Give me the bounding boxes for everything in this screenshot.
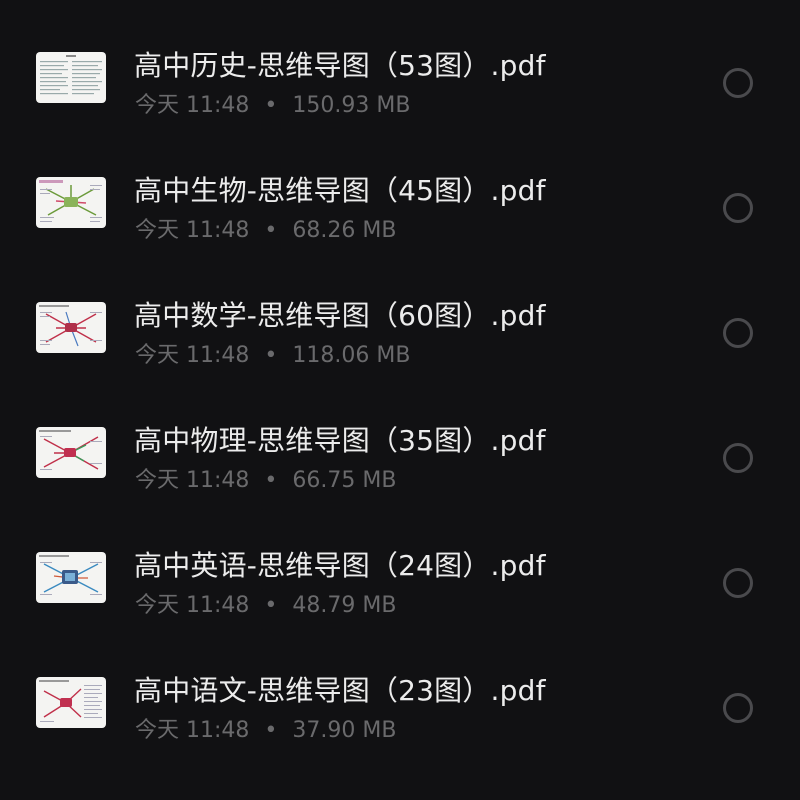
pdf-thumbnail: [36, 427, 106, 478]
pdf-thumbnail: [36, 552, 106, 603]
select-checkbox[interactable]: [723, 318, 753, 348]
file-size: 37.90 MB: [292, 718, 397, 743]
separator-dot-icon: •: [264, 593, 278, 618]
pdf-thumbnail: [36, 302, 106, 353]
select-checkbox[interactable]: [723, 568, 753, 598]
file-size: 118.06 MB: [292, 343, 411, 368]
pdf-thumbnail: [36, 177, 106, 228]
file-date: 今天 11:48: [135, 718, 250, 743]
file-name: 高中历史-思维导图（53图）.pdf: [134, 49, 546, 82]
file-size: 150.93 MB: [292, 93, 411, 118]
file-row[interactable]: 高中英语-思维导图（24图）.pdf 今天 11:48 • 48.79 MB: [0, 515, 800, 640]
select-checkbox[interactable]: [723, 68, 753, 98]
file-date: 今天 11:48: [135, 343, 250, 368]
file-date: 今天 11:48: [135, 468, 250, 493]
file-meta: 今天 11:48 • 118.06 MB: [135, 341, 410, 371]
select-checkbox[interactable]: [723, 443, 753, 473]
separator-dot-icon: •: [264, 343, 278, 368]
pdf-thumbnail: [36, 52, 106, 103]
file-meta: 今天 11:48 • 150.93 MB: [135, 91, 410, 121]
separator-dot-icon: •: [264, 468, 278, 493]
select-checkbox[interactable]: [723, 193, 753, 223]
file-meta: 今天 11:48 • 66.75 MB: [135, 466, 396, 496]
file-name: 高中数学-思维导图（60图）.pdf: [134, 299, 546, 332]
file-name: 高中生物-思维导图（45图）.pdf: [134, 174, 546, 207]
file-date: 今天 11:48: [135, 218, 250, 243]
file-row[interactable]: 高中物理-思维导图（35图）.pdf 今天 11:48 • 66.75 MB: [0, 390, 800, 515]
file-size: 68.26 MB: [292, 218, 397, 243]
file-meta: 今天 11:48 • 37.90 MB: [135, 716, 396, 746]
file-date: 今天 11:48: [135, 93, 250, 118]
select-checkbox[interactable]: [723, 693, 753, 723]
separator-dot-icon: •: [264, 218, 278, 243]
file-list: 高中历史-思维导图（53图）.pdf 今天 11:48 • 150.93 MB 高中…: [0, 15, 800, 800]
file-row[interactable]: 高中语文-思维导图（23图）.pdf 今天 11:48 • 37.90 MB: [0, 640, 800, 765]
file-meta: 今天 11:48 • 48.79 MB: [135, 591, 396, 621]
file-size: 66.75 MB: [292, 468, 397, 493]
file-row[interactable]: 高中历史-思维导图（53图）.pdf 今天 11:48 • 150.93 MB: [0, 15, 800, 140]
file-name: 高中语文-思维导图（23图）.pdf: [134, 674, 546, 707]
pdf-thumbnail: [36, 677, 106, 728]
file-size: 48.79 MB: [292, 593, 397, 618]
file-meta: 今天 11:48 • 68.26 MB: [135, 216, 396, 246]
file-row[interactable]: 高中数学-思维导图（60图）.pdf 今天 11:48 • 118.06 MB: [0, 265, 800, 390]
file-name: 高中物理-思维导图（35图）.pdf: [134, 424, 546, 457]
file-date: 今天 11:48: [135, 593, 250, 618]
separator-dot-icon: •: [264, 93, 278, 118]
file-row[interactable]: 高中生物-思维导图（45图）.pdf 今天 11:48 • 68.26 MB: [0, 140, 800, 265]
file-name: 高中英语-思维导图（24图）.pdf: [134, 549, 546, 582]
separator-dot-icon: •: [264, 718, 278, 743]
